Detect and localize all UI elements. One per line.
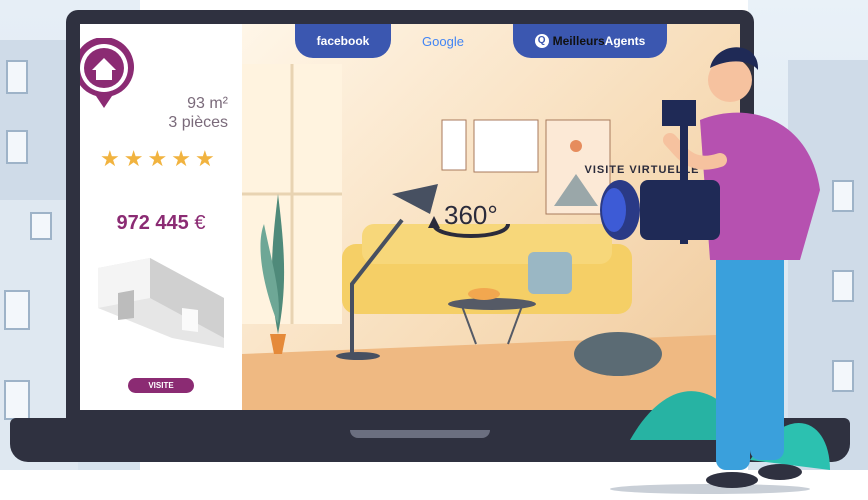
- window: [30, 212, 52, 240]
- listing-panel: 93 m² 3 pièces ★ ★ ★ ★ ★ 972 445 € VISIT…: [80, 24, 242, 410]
- star-icon: ★: [147, 146, 168, 171]
- degrees-text: 360°: [444, 200, 498, 230]
- window: [6, 60, 28, 94]
- visit-button[interactable]: VISITE: [128, 378, 194, 393]
- window: [4, 380, 30, 420]
- star-icon: ★: [171, 146, 191, 171]
- window: [4, 290, 30, 330]
- area-text: 93 m²: [187, 95, 228, 112]
- window: [832, 270, 854, 302]
- rating-stars: ★ ★ ★ ★ ★: [100, 146, 215, 172]
- star-icon: ★: [194, 146, 215, 171]
- window: [832, 180, 854, 212]
- meilleurs-prefix: Meilleurs: [552, 34, 605, 48]
- rooms-text: 3 pièces: [168, 114, 228, 131]
- window: [832, 360, 854, 392]
- property-details: 93 m² 3 pièces: [168, 94, 228, 132]
- photographer-illustration: [600, 47, 830, 488]
- star-icon: ★: [123, 146, 144, 171]
- search-icon: Q: [534, 34, 549, 48]
- currency-symbol: €: [194, 212, 206, 234]
- floor-plan-3d-icon: [98, 258, 224, 348]
- laptop-trackpad-notch: [350, 430, 490, 438]
- window: [6, 130, 28, 164]
- price: 972 445 €: [80, 212, 242, 235]
- star-icon: ★: [100, 146, 120, 171]
- price-value: 972 445: [116, 212, 189, 234]
- google-tab[interactable]: Google: [402, 24, 484, 58]
- facebook-tab[interactable]: facebook: [295, 24, 391, 58]
- home-pin-icon: [80, 38, 134, 108]
